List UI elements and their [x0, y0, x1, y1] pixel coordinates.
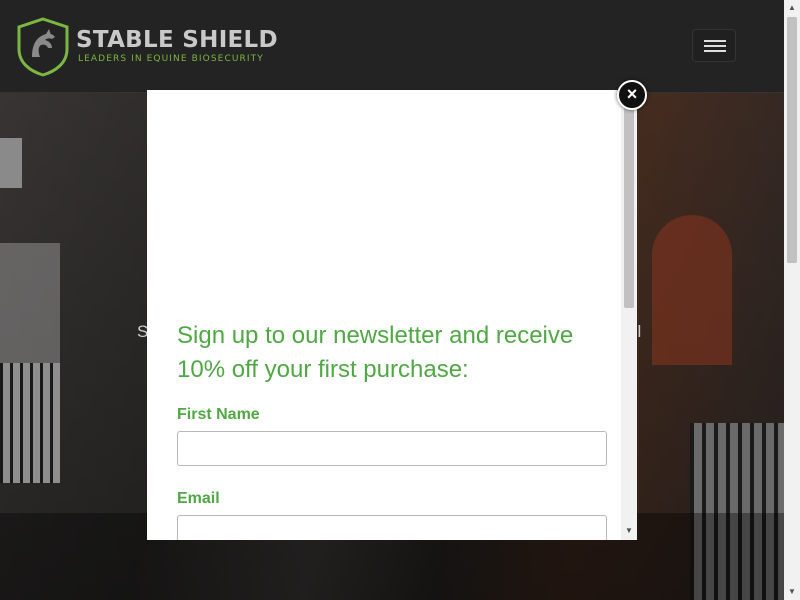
modal-scrollbar[interactable]: ▲ ▼	[621, 90, 637, 540]
first-name-label: First Name	[177, 406, 260, 423]
stable-gate-left	[0, 363, 60, 483]
modal-scroll-down-icon[interactable]: ▼	[625, 527, 633, 535]
stable-vent	[0, 138, 22, 188]
horse-shield-icon[interactable]	[16, 17, 70, 77]
brand-name[interactable]: STABLE SHIELD	[76, 27, 278, 53]
newsletter-heading: Sign up to our newsletter and receive 10…	[177, 322, 574, 383]
page-scrollbar-thumb[interactable]	[787, 17, 797, 263]
email-input[interactable]	[177, 515, 607, 540]
email-label: Email	[177, 490, 220, 507]
menu-toggle-button[interactable]	[692, 29, 736, 62]
page-scrollbar[interactable]: ▲ ▼	[784, 0, 800, 600]
scroll-down-arrow-icon[interactable]: ▼	[788, 588, 796, 596]
site-header: STABLE SHIELD LEADERS IN EQUINE BIOSECUR…	[0, 0, 784, 93]
close-icon[interactable]: ×	[617, 80, 647, 110]
modal-scrollbar-thumb[interactable]	[624, 98, 634, 308]
scroll-up-arrow-icon[interactable]: ▲	[788, 4, 796, 12]
newsletter-modal: Sign up to our newsletter and receive 10…	[147, 90, 637, 540]
brand-tagline: LEADERS IN EQUINE BIOSECURITY	[78, 54, 264, 64]
stable-door	[652, 215, 732, 365]
hamburger-menu-icon	[704, 40, 726, 42]
first-name-input[interactable]	[177, 431, 607, 466]
